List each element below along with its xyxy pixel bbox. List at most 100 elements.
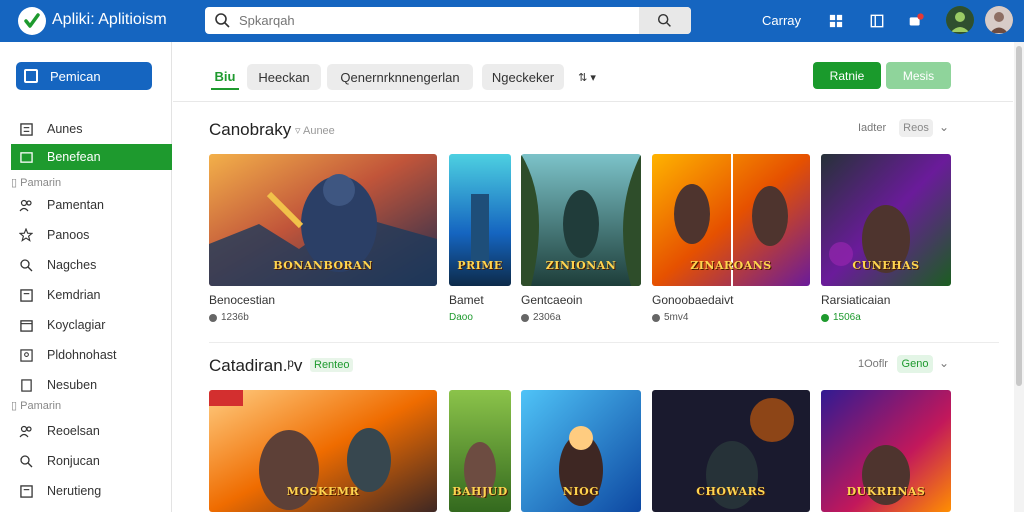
sidebar-item-koyclagiar[interactable]: Koyclagiar — [11, 312, 172, 338]
sidebar-item-nesuben[interactable]: Nesuben — [11, 372, 172, 398]
game-title[interactable]: Benocestian — [209, 293, 275, 307]
sidebar-item-label: Pldohnohast — [47, 348, 117, 362]
panel-icon[interactable] — [867, 11, 887, 31]
sidebar-item-label: Nerutieng — [47, 484, 102, 498]
game-meta: Daoo — [449, 312, 473, 323]
scrollbar-thumb[interactable] — [1016, 46, 1022, 386]
search-button[interactable] — [639, 7, 691, 34]
sidebar-section-label: ▯ Pamarin — [11, 177, 62, 189]
calendar-icon — [19, 318, 33, 332]
status-avatar[interactable] — [946, 6, 974, 34]
sidebar-item-nerutieng[interactable]: Nerutieng — [11, 478, 172, 504]
sidebar-item-pldohnohast[interactable]: Pldohnohast — [11, 342, 172, 368]
sidebar-item-reoelsan[interactable]: Reoelsan — [11, 418, 172, 444]
game-thumbnail[interactable]: ZINIONAN — [521, 154, 641, 286]
list-icon — [19, 122, 33, 136]
top-account-label[interactable]: Carray — [762, 13, 801, 28]
sidebar-item-label: Reoelsan — [47, 424, 100, 438]
secondary-action-button[interactable]: Mesis — [886, 62, 951, 89]
section-pill[interactable]: Reos — [899, 119, 933, 137]
sidebar-item-label: Nesuben — [47, 378, 98, 392]
chevron-down-icon[interactable]: ⌄ — [939, 356, 949, 370]
game-banner-text: NIOG — [562, 485, 600, 498]
game-thumbnail[interactable]: ZINAROANS — [652, 154, 810, 286]
game-title[interactable]: Rarsiaticaian — [821, 293, 890, 307]
document-icon — [19, 288, 33, 302]
game-title[interactable]: Gentcaeoin — [521, 293, 582, 307]
download-icon — [821, 313, 829, 322]
app-title: Apliki: Aplitioism — [52, 11, 167, 28]
game-thumbnail[interactable]: BAHJUD — [449, 390, 511, 512]
game-thumbnail[interactable]: DUKRHNAS — [821, 390, 951, 512]
sidebar-item-nagches[interactable]: Nagches — [11, 252, 172, 278]
game-banner-text: CUNEHAS — [852, 259, 920, 272]
box-icon — [19, 150, 33, 164]
sidebar-section-label: ▯ Pamarin — [11, 400, 62, 412]
section-divider — [209, 342, 999, 343]
grid-icon[interactable] — [826, 11, 846, 31]
game-banner-text: CHOWARS — [696, 485, 766, 498]
tab-heeckan[interactable]: Heeckan — [247, 64, 321, 90]
section-title: Catadiran.ᵖv — [209, 356, 303, 375]
game-banner-text: ZINIONAN — [545, 259, 617, 272]
sidebar-item-ronjucan[interactable]: Ronjucan — [11, 448, 172, 474]
sidebar-primary-button[interactable]: Pemican — [16, 62, 152, 90]
sidebar-item-label: Aunes — [47, 122, 83, 136]
tab-biu[interactable]: Biu — [211, 64, 239, 90]
game-banner-text: BAHJUD — [452, 485, 508, 498]
scrollbar[interactable] — [1014, 42, 1024, 512]
game-thumbnail[interactable]: NIOG — [521, 390, 641, 512]
user-avatar[interactable] — [985, 6, 1013, 34]
notification-icon[interactable] — [906, 11, 926, 31]
tab-qenernrknnengerlan[interactable]: Qenernrknnengerlan — [327, 64, 473, 90]
people-icon — [19, 198, 33, 212]
sidebar-item-label: Kemdrian — [47, 288, 101, 302]
sidebar-item-kemdrian[interactable]: Kemdrian — [11, 282, 172, 308]
search-bar[interactable] — [205, 7, 691, 34]
section-subtitle[interactable]: Renteo — [310, 358, 354, 372]
chevron-down-icon[interactable]: ⌄ — [939, 120, 949, 134]
sidebar-item-aunes[interactable]: Aunes — [11, 116, 172, 142]
download-icon — [652, 313, 660, 322]
search-icon — [215, 12, 230, 28]
sidebar-item-label: Benefean — [47, 150, 101, 164]
search-icon — [19, 258, 33, 272]
user-icon — [19, 348, 33, 362]
search-input[interactable] — [239, 13, 639, 28]
sidebar-item-panoos[interactable]: Panoos — [11, 222, 172, 248]
section-subtitle[interactable]: ▿ Aunee — [295, 124, 335, 137]
filter-bar: Biu Heeckan Qenernrknnengerlan Ngeckeker… — [173, 42, 1013, 102]
sidebar-primary-label: Pemican — [50, 68, 101, 84]
sidebar-item-pamentan[interactable]: Pamentan — [11, 192, 172, 218]
game-banner-text: PRIME — [457, 259, 503, 272]
game-thumbnail[interactable]: PRIME — [449, 154, 511, 286]
download-icon — [209, 313, 217, 322]
game-thumbnail[interactable]: MOSKEMR — [209, 390, 437, 512]
tab-ngeckeker[interactable]: Ngeckeker — [482, 64, 564, 90]
sidebar-item-label: Koyclagiar — [47, 318, 106, 332]
game-title[interactable]: Gonoobaedaivt — [652, 293, 733, 307]
game-meta: 1506a — [821, 312, 861, 323]
game-meta: 5mv4 — [652, 312, 688, 323]
sidebar-item-benefean[interactable]: Benefean — [11, 144, 172, 170]
section-filter-label[interactable]: 1Ooflr — [858, 358, 888, 370]
sidebar-item-label: Nagches — [47, 258, 97, 272]
app-logo[interactable] — [18, 7, 46, 35]
sort-dropdown[interactable]: ⇅ ▾ — [569, 64, 605, 90]
bookmark-icon — [19, 378, 33, 392]
game-title[interactable]: Bamet — [449, 293, 484, 307]
game-thumbnail[interactable]: CHOWARS — [652, 390, 810, 512]
search-icon — [657, 13, 671, 27]
search-icon — [19, 454, 33, 468]
box-icon — [24, 69, 38, 83]
section-filter-label[interactable]: Iadter — [858, 122, 886, 134]
star-icon — [19, 228, 33, 242]
primary-action-button[interactable]: Ratnie — [813, 62, 881, 89]
section-pill[interactable]: Geno — [897, 355, 933, 373]
main-content: Biu Heeckan Qenernrknnengerlan Ngeckeker… — [173, 42, 1024, 512]
game-meta: 2306a — [521, 312, 561, 323]
game-thumbnail[interactable]: BONANBORAN — [209, 154, 437, 286]
sidebar-item-label: Panoos — [47, 228, 90, 242]
game-thumbnail[interactable]: CUNEHAS — [821, 154, 951, 286]
game-meta: 1236b — [209, 312, 249, 323]
